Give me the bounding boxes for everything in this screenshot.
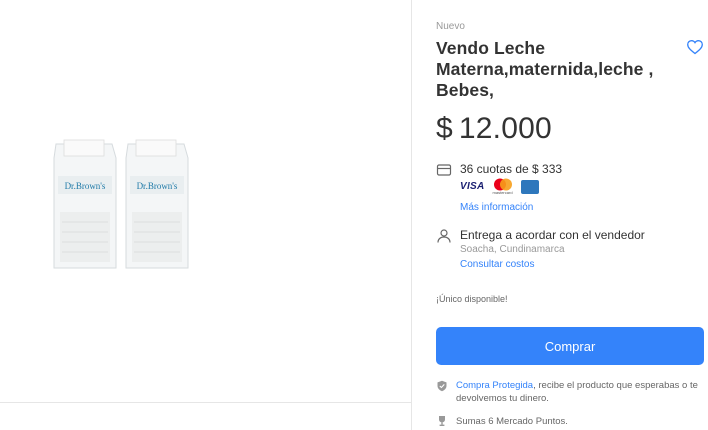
seller-location: Soacha, Cundinamarca bbox=[460, 244, 565, 255]
product-image[interactable]: Dr.Brown's Dr.Brown's bbox=[50, 136, 200, 276]
mastercard-logo: mastercard bbox=[491, 178, 515, 195]
shield-check-icon bbox=[437, 380, 447, 392]
stock-label: ¡Único disponible! bbox=[436, 294, 508, 304]
amex-icon bbox=[520, 179, 539, 194]
trophy-icon bbox=[439, 416, 445, 426]
brand-logo-text: Dr.Brown's bbox=[137, 181, 178, 191]
buy-button[interactable]: Comprar bbox=[436, 327, 704, 365]
consult-costs-link[interactable]: Consultar costos bbox=[460, 259, 534, 270]
product-price: $12.000 bbox=[436, 112, 552, 146]
person-icon bbox=[437, 229, 451, 243]
product-gallery: Dr.Brown's Dr.Brown's bbox=[0, 0, 411, 402]
visa-logo: VISA bbox=[460, 181, 485, 192]
points-text: Sumas 6 Mercado Puntos. bbox=[456, 415, 568, 427]
shipping-title: Entrega a acordar con el vendedor bbox=[460, 228, 645, 242]
milk-bag-right: Dr.Brown's bbox=[125, 139, 189, 269]
protected-purchase-link[interactable]: Compra Protegida bbox=[456, 380, 533, 391]
milk-bag-left: Dr.Brown's bbox=[53, 139, 117, 269]
price-currency: $ bbox=[436, 112, 453, 145]
installments-text: 36 cuotas de $ 333 bbox=[460, 162, 563, 176]
protection-text: Compra Protegida, recibe el producto que… bbox=[456, 380, 698, 404]
installments-row: 36 cuotas de $ 333 bbox=[436, 162, 562, 177]
purchase-protection: Compra Protegida, recibe el producto que… bbox=[436, 379, 708, 405]
price-amount: 12.000 bbox=[458, 112, 552, 145]
gallery-divider bbox=[0, 402, 411, 403]
product-condition: Nuevo bbox=[436, 21, 465, 32]
heart-icon[interactable] bbox=[686, 39, 704, 55]
credit-card-icon bbox=[436, 164, 452, 176]
product-title: Vendo Leche Materna,maternida,leche , Be… bbox=[436, 38, 654, 100]
column-divider bbox=[411, 0, 412, 430]
mercado-points: Sumas 6 Mercado Puntos. bbox=[436, 415, 568, 427]
brand-logo-text: Dr.Brown's bbox=[65, 181, 106, 191]
shipping-row: Entrega a acordar con el vendedor bbox=[436, 228, 645, 243]
more-info-link[interactable]: Más información bbox=[460, 202, 533, 213]
payment-methods: VISA mastercard bbox=[460, 178, 539, 195]
